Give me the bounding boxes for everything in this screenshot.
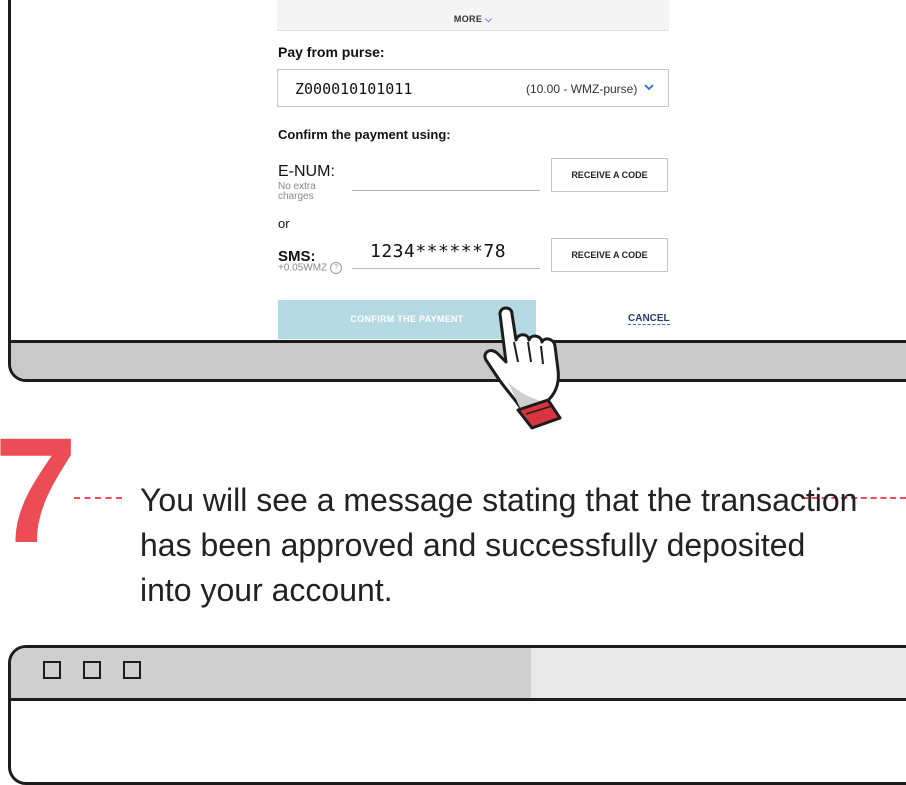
- sms-receive-code-button[interactable]: RECEIVE A CODE: [551, 238, 668, 272]
- chevron-down-icon: ⌵: [484, 14, 493, 24]
- enum-sub: No extra charges: [278, 181, 316, 202]
- sms-input-underline: [352, 268, 540, 269]
- purse-select[interactable]: Z000010101011 (10.00 - WMZ-purse): [277, 69, 669, 107]
- window-square-icon[interactable]: [83, 661, 101, 679]
- window-title-bar: [11, 648, 531, 701]
- window-square-icon[interactable]: [123, 661, 141, 679]
- or-label: or: [278, 216, 290, 231]
- more-row: MORE ⌵: [277, 0, 669, 31]
- enum-code-input[interactable]: [352, 190, 540, 191]
- more-label: MORE: [453, 14, 483, 24]
- window-title-bar-right: [531, 648, 906, 701]
- step-number: 7: [0, 406, 78, 574]
- enum-receive-code-button[interactable]: RECEIVE A CODE: [551, 158, 668, 192]
- more-toggle[interactable]: MORE ⌵: [277, 14, 669, 25]
- purse-balance: (10.00 - WMZ-purse): [526, 82, 638, 96]
- sms-fee: +0.05WMZ: [278, 262, 328, 274]
- browser-window-bottom: [8, 645, 906, 785]
- pay-from-label: Pay from purse:: [278, 44, 385, 60]
- step-description: You will see a message stating that the …: [140, 482, 858, 608]
- help-icon[interactable]: ?: [330, 262, 343, 274]
- sms-code-input[interactable]: 1234******78: [370, 241, 506, 262]
- confirm-using-label: Confirm the payment using:: [278, 127, 451, 142]
- enum-label: E-NUM:: [278, 163, 335, 180]
- window-square-icon[interactable]: [43, 661, 61, 679]
- hand-pointer-icon: [483, 306, 562, 430]
- chevron-down-icon: [644, 80, 654, 94]
- window-bottom-bar: [11, 340, 906, 379]
- step-dash-left: [74, 497, 122, 499]
- sms-sub: +0.05WMZ?: [278, 262, 343, 274]
- purse-id: Z000010101011: [295, 80, 413, 98]
- cancel-link[interactable]: CANCEL: [628, 313, 670, 325]
